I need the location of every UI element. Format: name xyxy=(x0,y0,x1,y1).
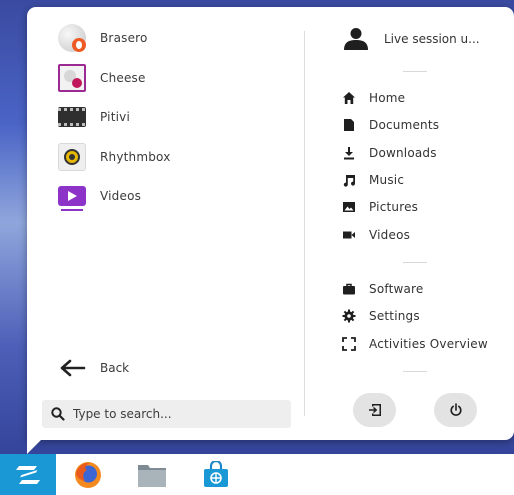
place-videos[interactable]: Videos xyxy=(342,225,410,245)
place-label: Home xyxy=(369,91,406,105)
logout-icon xyxy=(368,404,381,416)
power-icon xyxy=(449,403,462,416)
video-camera-icon xyxy=(342,228,356,242)
app-label: Cheese xyxy=(100,71,146,85)
search-box[interactable] xyxy=(42,400,291,428)
separator xyxy=(403,371,427,372)
firefox-icon xyxy=(75,462,101,488)
user-account-button[interactable]: Live session u... xyxy=(343,26,480,52)
app-label: Pitivi xyxy=(100,110,130,124)
menu-pointer xyxy=(27,440,41,454)
app-item-videos[interactable]: Videos xyxy=(58,182,142,211)
arrow-left-icon xyxy=(60,359,86,377)
power-button[interactable] xyxy=(434,393,477,427)
place-label: Pictures xyxy=(369,200,419,214)
user-avatar-icon xyxy=(344,28,368,50)
taskbar-software-store[interactable] xyxy=(200,459,232,491)
document-icon xyxy=(342,118,356,132)
shopping-bag-icon xyxy=(204,461,228,487)
app-item-rhythmbox[interactable]: Rhythmbox xyxy=(58,143,171,171)
briefcase-icon xyxy=(342,282,356,296)
search-input[interactable] xyxy=(73,407,273,421)
app-item-brasero[interactable]: Brasero xyxy=(58,24,148,52)
taskbar-firefox[interactable] xyxy=(72,459,104,491)
place-label: Music xyxy=(369,173,405,187)
taskbar-files[interactable] xyxy=(136,459,168,491)
place-label: Downloads xyxy=(369,146,437,160)
music-note-icon xyxy=(342,173,356,187)
zorin-logo-icon xyxy=(16,465,40,484)
separator xyxy=(403,71,427,72)
place-downloads[interactable]: Downloads xyxy=(342,143,437,163)
cheese-icon xyxy=(58,64,86,92)
videos-icon xyxy=(58,186,86,211)
app-label: Rhythmbox xyxy=(100,150,171,164)
app-label: Brasero xyxy=(100,31,148,45)
system-software[interactable]: Software xyxy=(342,279,424,299)
system-activities-overview[interactable]: Activities Overview xyxy=(342,334,488,354)
app-item-pitivi[interactable]: Pitivi xyxy=(58,103,130,131)
system-settings[interactable]: Settings xyxy=(342,306,420,326)
separator xyxy=(403,262,427,263)
folder-icon xyxy=(138,465,166,487)
gear-icon xyxy=(342,309,356,323)
place-home[interactable]: Home xyxy=(342,88,405,108)
place-pictures[interactable]: Pictures xyxy=(342,197,418,217)
pitivi-icon xyxy=(58,107,86,127)
search-icon xyxy=(51,407,65,421)
user-name: Live session u... xyxy=(384,32,480,46)
system-label: Settings xyxy=(369,309,420,323)
place-documents[interactable]: Documents xyxy=(342,115,439,135)
home-icon xyxy=(342,91,356,105)
system-label: Software xyxy=(369,282,424,296)
place-label: Documents xyxy=(369,118,440,132)
place-music[interactable]: Music xyxy=(342,170,404,190)
picture-icon xyxy=(342,200,356,214)
fullscreen-corners-icon xyxy=(342,337,356,351)
back-label: Back xyxy=(100,361,130,375)
app-label: Videos xyxy=(100,189,142,203)
back-button[interactable]: Back xyxy=(58,354,129,382)
rhythmbox-icon xyxy=(58,143,86,171)
place-label: Videos xyxy=(369,228,411,242)
system-label: Activities Overview xyxy=(369,337,488,351)
download-icon xyxy=(342,146,356,160)
menu-launcher-button[interactable] xyxy=(0,454,56,495)
logout-button[interactable] xyxy=(353,393,396,427)
menu-column-divider xyxy=(304,31,305,416)
taskbar xyxy=(0,454,514,495)
app-item-cheese[interactable]: Cheese xyxy=(58,64,146,92)
brasero-icon xyxy=(58,24,86,52)
